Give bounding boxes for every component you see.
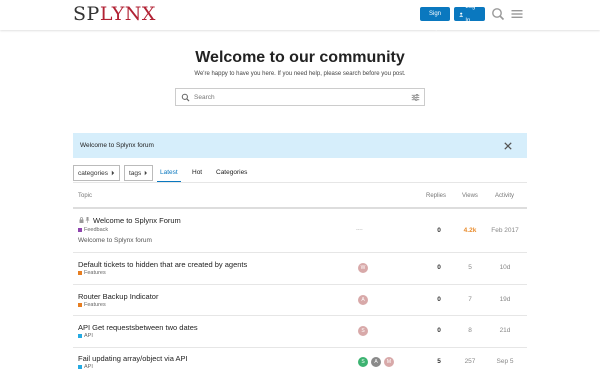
logo-sp-text: SP [73,3,100,25]
category-label: Features [84,302,106,308]
replies-count: 0 [437,327,441,334]
posters-placeholder: ---- [356,227,363,233]
table-row[interactable]: Welcome to Splynx Forum Feedback Welcome… [73,209,527,252]
tags-dropdown-label: tags [129,169,142,177]
caret-right-icon [111,170,115,176]
splynx-logo[interactable]: SPLYNX [73,3,156,25]
table-row[interactable]: Fail updating array/object via API API S… [73,348,527,375]
category-label: Feedback [84,227,109,233]
page-title: Welcome to our community [195,49,405,66]
hamburger-menu-icon[interactable] [510,7,524,21]
activity-date[interactable]: 19d [488,296,522,303]
replies-count: 0 [437,296,441,303]
replies-count: 0 [437,264,441,271]
sign-up-button[interactable]: Sign Up [420,7,450,31]
views-count: 4.2k [463,227,477,234]
replies-count: 5 [437,358,441,365]
avatar[interactable]: S [358,357,368,367]
lock-icon [79,217,84,223]
topic-category[interactable]: API [78,333,93,339]
column-activity[interactable]: Activity [495,193,514,199]
views-count: 7 [468,296,472,303]
category-badge [78,334,82,338]
table-row[interactable]: API Get requestsbetween two dates API S … [73,316,527,347]
tab-hot[interactable]: Hot [192,165,202,181]
categories-dropdown[interactable]: categories [73,165,120,181]
sliders-icon[interactable] [411,93,420,102]
tab-categories[interactable]: Categories [216,165,247,181]
avatar[interactable]: A [371,357,381,367]
welcome-banner: Welcome to Splynx forum [73,133,527,158]
banner-text: Welcome to Splynx forum [80,142,154,149]
topic-title[interactable]: Welcome to Splynx Forum [93,216,181,225]
search-icon[interactable] [491,7,505,21]
category-badge [78,303,82,307]
views-count: 257 [464,358,476,365]
avatar[interactable]: M [384,357,394,367]
caret-right-icon [145,170,148,176]
column-replies[interactable]: Replies [426,193,446,199]
category-label: Features [84,270,106,276]
topic-title[interactable]: Default tickets to hidden that are creat… [78,260,247,269]
views-count: 8 [468,327,472,334]
category-label: API [84,333,93,339]
column-topic[interactable]: Topic [78,193,92,199]
search-placeholder: Search [194,93,215,101]
site-header: SPLYNX Sign Up Log In [0,0,600,31]
topic-title[interactable]: API Get requestsbetween two dates [78,323,198,332]
close-icon[interactable] [504,141,512,150]
table-row[interactable]: Default tickets to hidden that are creat… [73,253,527,283]
category-badge [78,365,82,369]
search-input[interactable]: Search [175,88,425,106]
views-count: 5 [468,264,472,271]
topic-category[interactable]: Feedback [78,227,108,233]
page-subtitle: We're happy to have you here. If you nee… [194,71,406,77]
user-icon [459,12,464,17]
search-icon [181,93,190,101]
tab-latest[interactable]: Latest [157,165,181,183]
avatar[interactable]: A [358,295,368,305]
log-in-label: Log In [465,4,476,24]
category-label: API [84,364,93,370]
activity-date[interactable]: Feb 2017 [488,227,522,234]
avatar[interactable]: W [358,263,368,273]
topic-title[interactable]: Router Backup Indicator [78,292,158,301]
log-in-button[interactable]: Log In [454,4,485,24]
replies-count: 0 [437,227,441,234]
topic-excerpt: Welcome to Splynx forum [78,237,152,244]
tags-dropdown[interactable]: tags [124,165,153,181]
avatar[interactable]: S [358,326,368,336]
topic-title[interactable]: Fail updating array/object via API [78,354,188,363]
logo-lynx-text: LYNX [99,3,156,25]
column-views[interactable]: Views [462,193,478,199]
nav-divider [73,182,527,183]
activity-date[interactable]: Sep 5 [488,358,522,365]
topic-category[interactable]: Features [78,270,106,276]
pin-icon [85,217,90,223]
activity-date[interactable]: 10d [488,264,522,271]
categories-dropdown-label: categories [78,169,108,177]
topic-category[interactable]: API [78,364,93,370]
category-badge [78,228,82,232]
activity-date[interactable]: 21d [488,327,522,334]
category-badge [78,271,82,275]
topic-category[interactable]: Features [78,302,106,308]
table-row[interactable]: Router Backup Indicator Features A 0 7 1… [73,285,527,315]
